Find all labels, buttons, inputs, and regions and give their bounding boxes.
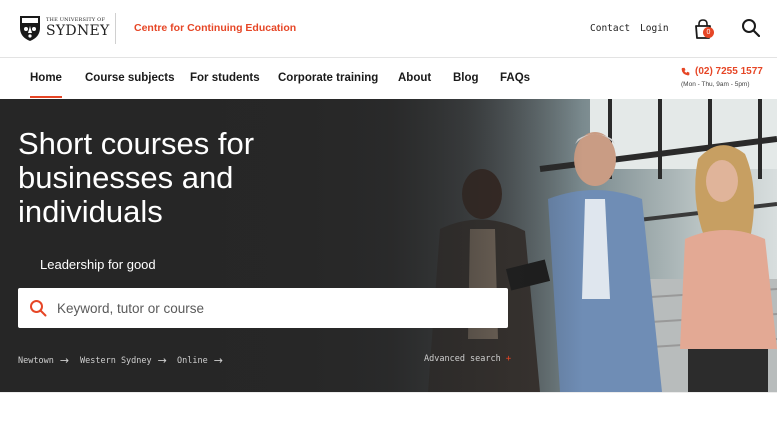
- hero-search-input[interactable]: [57, 288, 497, 328]
- cart-count-badge: 0: [703, 27, 714, 38]
- nav-item-blog[interactable]: Blog: [453, 72, 479, 84]
- header-divider: [115, 13, 116, 44]
- quick-link-newtown[interactable]: Newtown →: [18, 354, 69, 367]
- hero-search-box: [18, 288, 508, 328]
- advanced-search-label: Advanced search: [424, 354, 501, 364]
- nav-item-home[interactable]: Home: [30, 72, 62, 98]
- quick-link-label: Newtown: [18, 355, 54, 366]
- login-link[interactable]: Login: [640, 23, 669, 34]
- crest-icon: [20, 16, 40, 41]
- quick-link-label: Online: [177, 355, 208, 366]
- phone-hours: (Mon - Thu, 9am - 5pm): [681, 81, 750, 88]
- centre-name-link[interactable]: Centre for Continuing Education: [134, 22, 296, 34]
- phone-icon: [681, 67, 690, 76]
- nav-item-faqs[interactable]: FAQs: [500, 72, 530, 84]
- hero-banner: Short courses for businesses and individ…: [0, 99, 777, 392]
- nav-item-course-subjects[interactable]: Course subjects: [85, 72, 174, 84]
- advanced-search-link[interactable]: Advanced search +: [424, 354, 511, 364]
- content-area: [0, 392, 777, 423]
- arrow-right-icon: →: [157, 354, 167, 367]
- hero-title: Short courses for businesses and individ…: [18, 126, 255, 229]
- top-bar: THE UNIVERSITY OF SYDNEY Centre for Cont…: [0, 0, 777, 58]
- phone-link[interactable]: (02) 7255 1577: [681, 66, 763, 77]
- plus-icon: +: [505, 354, 512, 364]
- nav-item-about[interactable]: About: [398, 72, 431, 84]
- main-nav: Home Course subjects For students Corpor…: [0, 58, 777, 99]
- university-logo[interactable]: THE UNIVERSITY OF SYDNEY: [18, 14, 110, 42]
- nav-item-corporate-training[interactable]: Corporate training: [278, 72, 378, 84]
- search-icon[interactable]: [29, 299, 47, 317]
- arrow-right-icon: →: [213, 354, 223, 367]
- hero-subtitle: Leadership for good: [40, 257, 156, 272]
- nav-item-for-students[interactable]: For students: [190, 72, 260, 84]
- quick-link-western-sydney[interactable]: Western Sydney →: [80, 354, 167, 367]
- contact-link[interactable]: Contact: [590, 23, 630, 34]
- logo-text: THE UNIVERSITY OF SYDNEY: [46, 18, 110, 39]
- arrow-right-icon: →: [59, 354, 70, 367]
- quick-link-label: Western Sydney: [80, 355, 152, 366]
- phone-number: (02) 7255 1577: [695, 66, 763, 77]
- quick-link-online[interactable]: Online →: [177, 354, 223, 367]
- search-icon[interactable]: [741, 18, 760, 37]
- logo-big-text: SYDNEY: [46, 23, 110, 39]
